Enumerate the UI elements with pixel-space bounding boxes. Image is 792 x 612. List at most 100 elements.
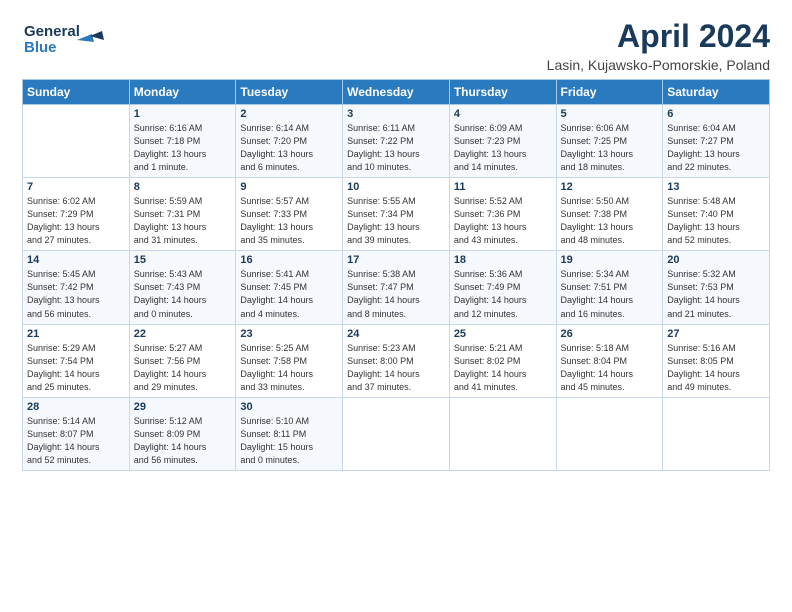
day-info: Sunrise: 6:06 AM Sunset: 7:25 PM Dayligh… [561,122,659,174]
calendar-cell: 25 Sunrise: 5:21 AM Sunset: 8:02 PM Dayli… [449,324,556,397]
calendar-cell: 4 Sunrise: 6:09 AM Sunset: 7:23 PM Daylig… [449,105,556,178]
week-row-2: 14 Sunrise: 5:45 AM Sunset: 7:42 PM Dayli… [23,251,770,324]
day-number: 1 [134,108,232,120]
calendar-cell [23,105,130,178]
day-number: 30 [240,401,338,413]
day-info: Sunrise: 5:36 AM Sunset: 7:49 PM Dayligh… [454,268,552,320]
day-info: Sunrise: 5:41 AM Sunset: 7:45 PM Dayligh… [240,268,338,320]
day-number: 28 [27,401,125,413]
day-info: Sunrise: 5:21 AM Sunset: 8:02 PM Dayligh… [454,342,552,394]
page: General Blue April 2024 Lasin, Kujawsko-… [0,0,792,612]
calendar-cell: 6Sunrise: 6:04 AM Sunset: 7:27 PM Daylig… [663,105,770,178]
day-number: 22 [134,328,232,340]
weekday-header-saturday: Saturday [663,80,770,105]
day-info: Sunrise: 5:16 AM Sunset: 8:05 PM Dayligh… [667,342,765,394]
day-info: Sunrise: 6:09 AM Sunset: 7:23 PM Dayligh… [454,122,552,174]
weekday-header-row: SundayMondayTuesdayWednesdayThursdayFrid… [23,80,770,105]
weekday-header-friday: Friday [556,80,663,105]
day-number: 18 [454,254,552,266]
title-block: April 2024 Lasin, Kujawsko-Pomorskie, Po… [547,18,770,73]
day-number: 12 [561,181,659,193]
calendar-cell [343,397,450,470]
day-number: 13 [667,181,765,193]
day-number: 10 [347,181,445,193]
day-info: Sunrise: 5:14 AM Sunset: 8:07 PM Dayligh… [27,415,125,467]
day-number: 25 [454,328,552,340]
day-number: 19 [561,254,659,266]
day-info: Sunrise: 6:16 AM Sunset: 7:18 PM Dayligh… [134,122,232,174]
day-number: 20 [667,254,765,266]
day-number: 9 [240,181,338,193]
day-number: 16 [240,254,338,266]
calendar-cell: 23Sunrise: 5:25 AM Sunset: 7:58 PM Dayli… [236,324,343,397]
calendar-cell: 11Sunrise: 5:52 AM Sunset: 7:36 PM Dayli… [449,178,556,251]
svg-text:General: General [24,23,80,40]
weekday-header-wednesday: Wednesday [343,80,450,105]
calendar-cell: 19 Sunrise: 5:34 AM Sunset: 7:51 PM Dayli… [556,251,663,324]
day-number: 24 [347,328,445,340]
calendar-cell: 16 Sunrise: 5:41 AM Sunset: 7:45 PM Dayli… [236,251,343,324]
day-info: Sunrise: 5:29 AM Sunset: 7:54 PM Dayligh… [27,342,125,394]
week-row-4: 28 Sunrise: 5:14 AM Sunset: 8:07 PM Dayli… [23,397,770,470]
day-number: 14 [27,254,125,266]
weekday-header-tuesday: Tuesday [236,80,343,105]
calendar-table: SundayMondayTuesdayWednesdayThursdayFrid… [22,79,770,471]
day-info: Sunrise: 5:57 AM Sunset: 7:33 PM Dayligh… [240,195,338,247]
calendar-cell: 30 Sunrise: 5:10 AM Sunset: 8:11 PM Dayli… [236,397,343,470]
day-number: 26 [561,328,659,340]
header: General Blue April 2024 Lasin, Kujawsko-… [22,18,770,73]
day-info: Sunrise: 5:50 AM Sunset: 7:38 PM Dayligh… [561,195,659,247]
location-subtitle: Lasin, Kujawsko-Pomorskie, Poland [547,57,770,73]
calendar-cell: 20Sunrise: 5:32 AM Sunset: 7:53 PM Dayli… [663,251,770,324]
calendar-cell: 17Sunrise: 5:38 AM Sunset: 7:47 PM Dayli… [343,251,450,324]
day-number: 27 [667,328,765,340]
week-row-0: 1 Sunrise: 6:16 AM Sunset: 7:18 PM Daylig… [23,105,770,178]
day-info: Sunrise: 6:14 AM Sunset: 7:20 PM Dayligh… [240,122,338,174]
day-info: Sunrise: 5:45 AM Sunset: 7:42 PM Dayligh… [27,268,125,320]
day-info: Sunrise: 5:55 AM Sunset: 7:34 PM Dayligh… [347,195,445,247]
day-info: Sunrise: 5:52 AM Sunset: 7:36 PM Dayligh… [454,195,552,247]
calendar-cell: 12 Sunrise: 5:50 AM Sunset: 7:38 PM Dayli… [556,178,663,251]
day-info: Sunrise: 5:18 AM Sunset: 8:04 PM Dayligh… [561,342,659,394]
calendar-cell: 3Sunrise: 6:11 AM Sunset: 7:22 PM Daylig… [343,105,450,178]
logo: General Blue [22,18,112,58]
calendar-cell: 13 Sunrise: 5:48 AM Sunset: 7:40 PM Dayli… [663,178,770,251]
day-number: 4 [454,108,552,120]
calendar-cell: 10 Sunrise: 5:55 AM Sunset: 7:34 PM Dayli… [343,178,450,251]
weekday-header-sunday: Sunday [23,80,130,105]
day-info: Sunrise: 6:02 AM Sunset: 7:29 PM Dayligh… [27,195,125,247]
day-number: 5 [561,108,659,120]
logo-svg: General Blue [22,18,112,58]
weekday-header-monday: Monday [129,80,236,105]
day-info: Sunrise: 5:10 AM Sunset: 8:11 PM Dayligh… [240,415,338,467]
month-title: April 2024 [547,18,770,55]
calendar-cell: 2 Sunrise: 6:14 AM Sunset: 7:20 PM Daylig… [236,105,343,178]
day-info: Sunrise: 5:34 AM Sunset: 7:51 PM Dayligh… [561,268,659,320]
day-info: Sunrise: 5:25 AM Sunset: 7:58 PM Dayligh… [240,342,338,394]
calendar-cell: 26 Sunrise: 5:18 AM Sunset: 8:04 PM Dayli… [556,324,663,397]
calendar-cell: 8 Sunrise: 5:59 AM Sunset: 7:31 PM Daylig… [129,178,236,251]
day-number: 8 [134,181,232,193]
calendar-cell [663,397,770,470]
svg-text:Blue: Blue [24,39,57,56]
day-number: 29 [134,401,232,413]
day-number: 6 [667,108,765,120]
day-number: 7 [27,181,125,193]
weekday-header-thursday: Thursday [449,80,556,105]
day-info: Sunrise: 5:48 AM Sunset: 7:40 PM Dayligh… [667,195,765,247]
calendar-cell [449,397,556,470]
calendar-cell: 24Sunrise: 5:23 AM Sunset: 8:00 PM Dayli… [343,324,450,397]
day-info: Sunrise: 5:43 AM Sunset: 7:43 PM Dayligh… [134,268,232,320]
day-info: Sunrise: 5:59 AM Sunset: 7:31 PM Dayligh… [134,195,232,247]
day-number: 2 [240,108,338,120]
calendar-cell: 5 Sunrise: 6:06 AM Sunset: 7:25 PM Daylig… [556,105,663,178]
day-number: 21 [27,328,125,340]
calendar-cell [556,397,663,470]
calendar-cell: 15Sunrise: 5:43 AM Sunset: 7:43 PM Dayli… [129,251,236,324]
calendar-cell: 27 Sunrise: 5:16 AM Sunset: 8:05 PM Dayli… [663,324,770,397]
day-number: 17 [347,254,445,266]
day-info: Sunrise: 6:11 AM Sunset: 7:22 PM Dayligh… [347,122,445,174]
day-info: Sunrise: 5:12 AM Sunset: 8:09 PM Dayligh… [134,415,232,467]
calendar-cell: 1 Sunrise: 6:16 AM Sunset: 7:18 PM Daylig… [129,105,236,178]
week-row-3: 21 Sunrise: 5:29 AM Sunset: 7:54 PM Dayli… [23,324,770,397]
